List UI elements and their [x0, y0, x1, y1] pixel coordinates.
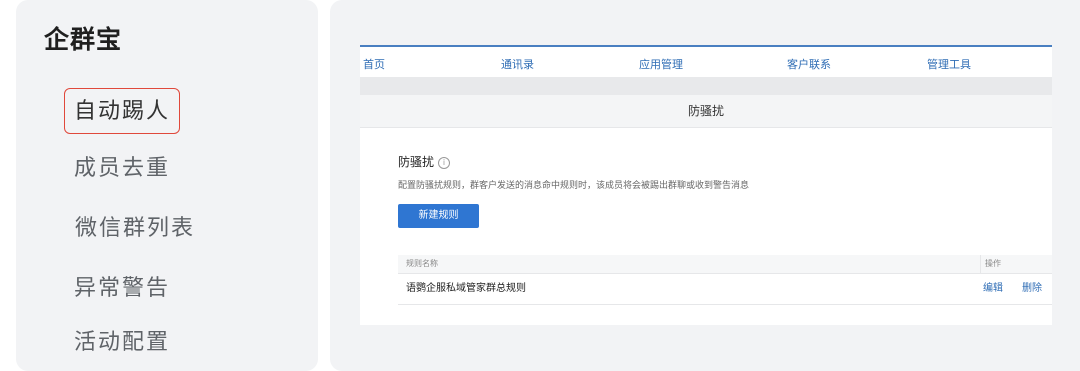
topnav-item-app-management[interactable]: 应用管理 — [639, 56, 683, 72]
info-icon[interactable]: i — [438, 157, 451, 169]
content-area: 防骚扰 防骚扰 i 配置防骚扰规则，群客户发送的消息命中规则时，该成员将会被踢出群… — [360, 95, 1052, 325]
column-header-rule-name: 规则名称 — [406, 259, 438, 268]
section-title: 防骚扰 i — [398, 153, 451, 170]
section-title-text: 防骚扰 — [398, 155, 435, 169]
sidebar-item-activity-config[interactable]: 活动配置 — [64, 320, 180, 366]
topnav-item-contacts[interactable]: 通讯录 — [501, 56, 534, 72]
table-header: 规则名称 操作 — [398, 255, 1052, 274]
nav-divider-band — [360, 77, 1052, 95]
topnav-item-home[interactable]: 首页 — [363, 56, 385, 72]
sidebar-item-exception-warning[interactable]: 异常警告 — [64, 266, 180, 312]
page-header: 防骚扰 — [360, 95, 1052, 128]
sidebar-item-auto-kick[interactable]: 自动踢人 — [64, 88, 180, 134]
topnav-item-management-tools[interactable]: 管理工具 — [927, 56, 971, 72]
sidebar-item-member-dedup[interactable]: 成员去重 — [64, 146, 180, 192]
topnav-item-customer-contact[interactable]: 客户联系 — [787, 56, 831, 72]
sidebar-item-wechat-group-list[interactable]: 微信群列表 — [60, 206, 210, 252]
section-description: 配置防骚扰规则，群客户发送的消息命中规则时，该成员将会被踢出群聊或收到警告消息 — [398, 181, 750, 191]
delete-link[interactable]: 删除 — [1022, 274, 1042, 304]
table-row: 语鹦企服私域管家群总规则 编辑 删除 — [398, 274, 1052, 305]
edit-link[interactable]: 编辑 — [983, 274, 1003, 304]
top-navigation: 首页 通讯录 应用管理 客户联系 管理工具 — [360, 45, 1052, 77]
app-title: 企群宝 — [44, 25, 123, 54]
rule-name-cell: 语鹦企服私域管家群总规则 — [406, 283, 526, 294]
new-rule-button[interactable]: 新建规则 — [398, 204, 479, 228]
column-header-actions: 操作 — [980, 255, 1001, 273]
